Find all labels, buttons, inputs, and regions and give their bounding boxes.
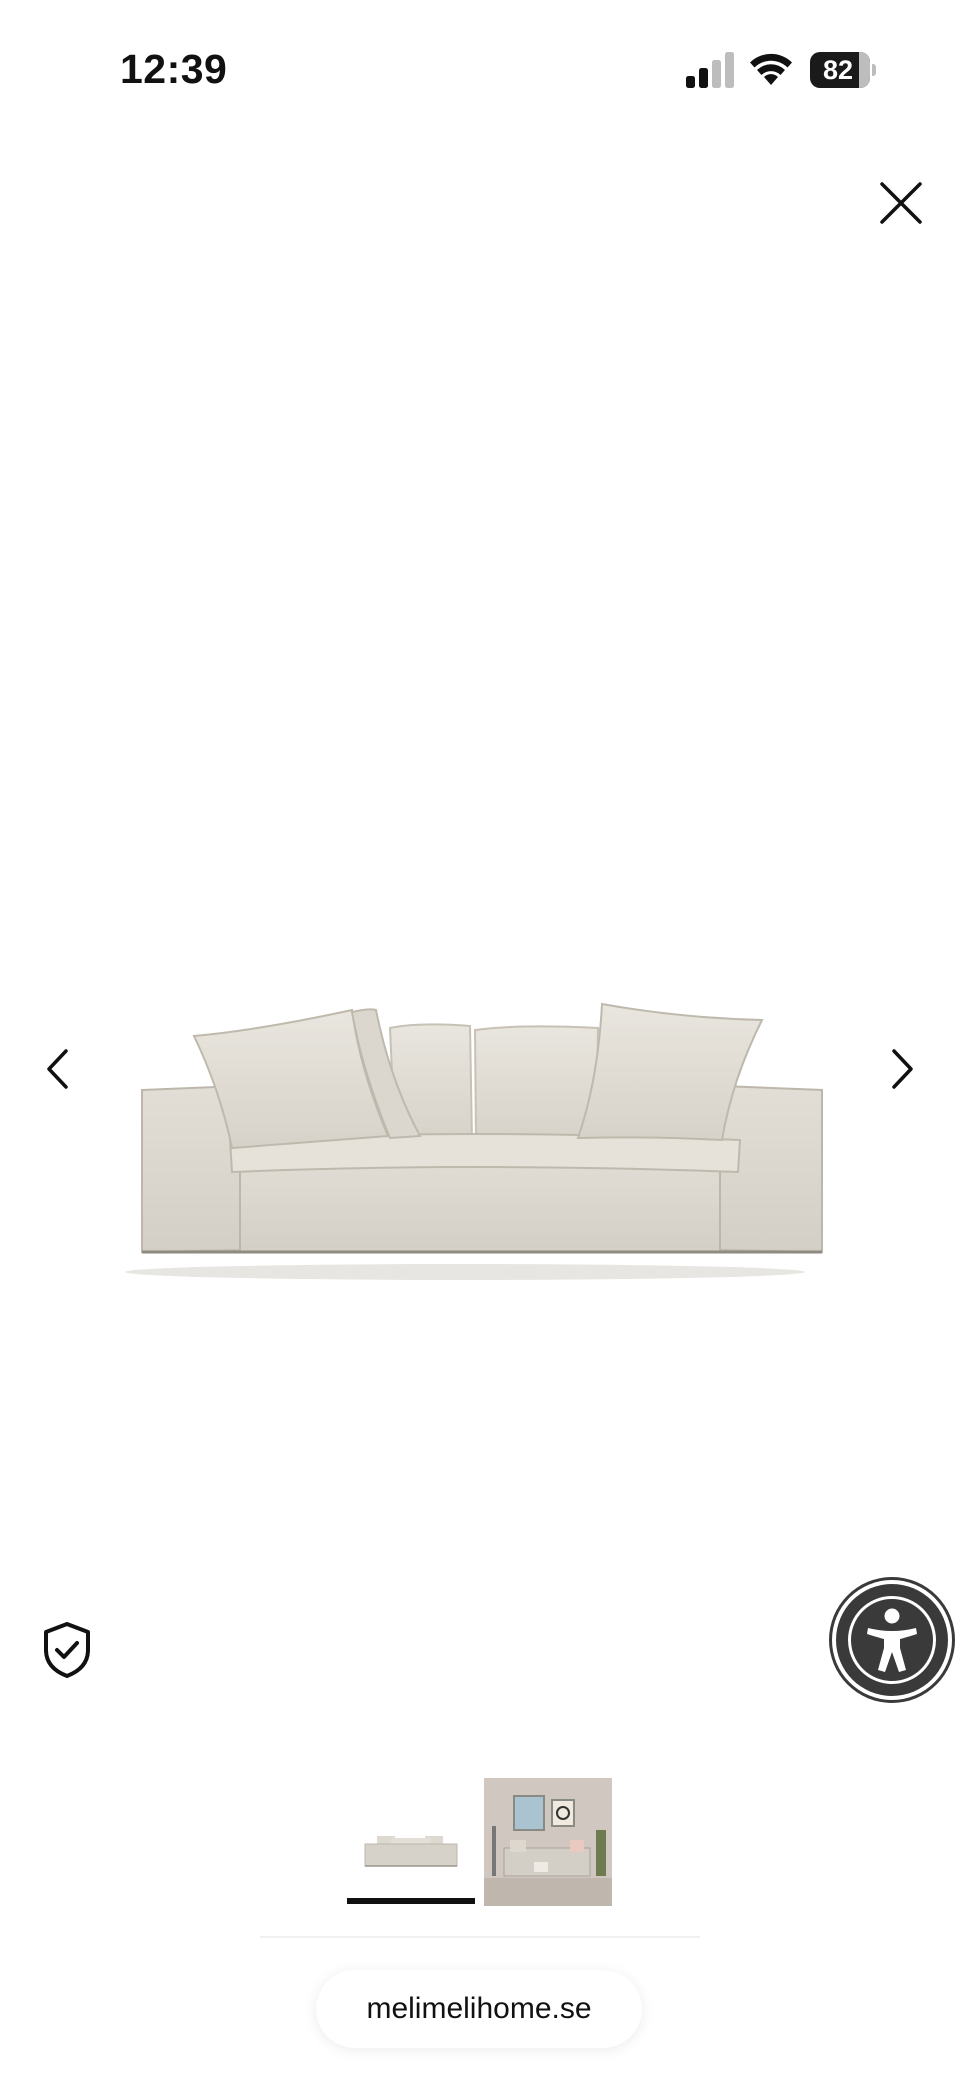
sofa-product-image [125,1002,823,1280]
chevron-left-icon[interactable] [36,1042,82,1096]
battery-body: 82 [810,52,870,88]
status-bar: 12:39 82 [0,0,960,140]
thumbnail-living-room[interactable] [484,1778,612,1906]
shield-check-icon[interactable] [40,1620,94,1680]
battery-icon: 82 [810,52,876,88]
cellular-signal-icon [686,52,734,88]
thumbnail-living-room-image [484,1778,612,1906]
close-icon[interactable] [874,176,928,230]
browser-address-bar[interactable]: melimelihome.se [316,1970,642,2048]
battery-level: 82 [822,55,854,85]
wifi-icon [750,53,792,85]
status-time: 12:39 [120,46,228,92]
thumbnail-selected-indicator [347,1898,475,1904]
accessibility-button[interactable] [836,1584,948,1696]
battery-cap [872,64,876,76]
accessibility-person-icon [867,1608,917,1672]
thumbnail-sofa[interactable] [347,1778,475,1906]
bottom-divider [260,1936,700,1938]
thumbnail-sofa-image [347,1778,475,1906]
chevron-right-icon[interactable] [878,1042,924,1096]
